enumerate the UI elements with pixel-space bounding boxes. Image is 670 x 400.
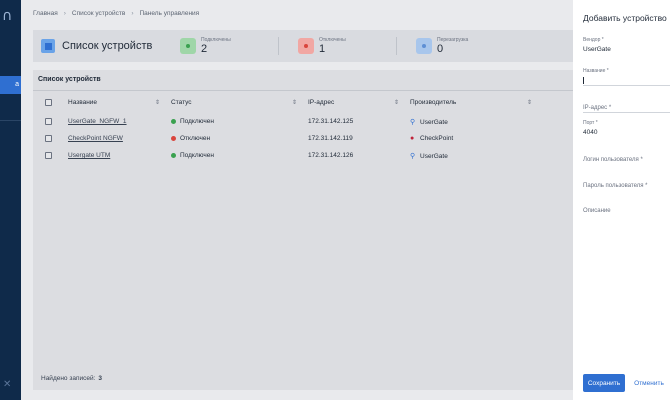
stat-reboot: Перезагрузка 0 <box>416 37 514 55</box>
records-count: 3 <box>98 375 103 382</box>
reboot-icon <box>416 38 432 54</box>
column-status[interactable]: Статус <box>171 99 192 106</box>
device-name-link[interactable]: CheckPoint NGFW <box>68 135 123 142</box>
row-checkbox[interactable] <box>45 118 52 125</box>
status-text: Подключен <box>180 152 214 159</box>
disconnected-icon <box>298 38 314 54</box>
breadcrumb-devices[interactable]: Список устройств <box>72 10 125 17</box>
stat-divider <box>396 37 397 55</box>
status-cell: Подключен <box>171 152 214 159</box>
page-header: Список устройств Подключены 2 Отключены … <box>33 30 573 62</box>
column-name[interactable]: Название <box>68 99 97 106</box>
description-input[interactable]: Описание <box>583 208 611 214</box>
devices-table-panel: Список устройств Название ⇕ Статус ⇕ IP-… <box>33 70 573 390</box>
column-vendor[interactable]: Производитель <box>410 99 456 106</box>
vendor-cell: ⚲ UserGate <box>410 152 448 160</box>
column-ip[interactable]: IP-адрес <box>308 99 334 106</box>
input-underline <box>583 112 670 113</box>
connected-icon <box>180 38 196 54</box>
devices-icon <box>41 39 55 53</box>
password-field[interactable]: Пароль пользователя * <box>583 174 670 190</box>
table-row[interactable]: Usergate UTM Подключен 172.31.142.126 ⚲ U… <box>33 148 573 166</box>
sidebar-item-label: a <box>15 81 19 88</box>
input-underline <box>583 85 670 86</box>
field-label: Порт * <box>583 120 598 126</box>
records-footer: Найдено записей: 3 <box>41 375 102 382</box>
row-checkbox[interactable] <box>45 152 52 159</box>
sidebar-divider <box>0 120 21 121</box>
sort-icon[interactable]: ⇕ <box>527 99 532 106</box>
login-field[interactable]: Логин пользователя * <box>583 148 670 164</box>
table-header: Название ⇕ Статус ⇕ IP-адрес ⇕ Производи… <box>33 96 573 110</box>
vendor-text: UserGate <box>420 153 448 160</box>
sort-icon[interactable]: ⇕ <box>155 99 160 106</box>
ip-cell: 172.31.142.125 <box>308 118 354 125</box>
device-name-link[interactable]: UserGate_NGFW_1 <box>68 118 127 125</box>
status-cell: Отключен <box>171 135 210 142</box>
stat-divider <box>278 37 279 55</box>
status-dot-icon <box>171 135 176 141</box>
description-field[interactable]: Описание <box>583 199 670 215</box>
cancel-button[interactable]: Отменить <box>631 374 667 392</box>
row-checkbox[interactable] <box>45 135 52 142</box>
divider <box>33 90 573 91</box>
main-content: Главная › Список устройств › Панель упра… <box>21 0 573 400</box>
breadcrumb-home[interactable]: Главная <box>33 10 58 17</box>
stat-value: 2 <box>201 43 208 55</box>
breadcrumb: Главная › Список устройств › Панель упра… <box>33 10 199 17</box>
usergate-icon: ⚲ <box>410 119 416 126</box>
name-field[interactable]: Название * <box>583 68 670 86</box>
status-text: Подключен <box>180 118 214 125</box>
sidebar-item-devices[interactable]: a <box>0 76 21 94</box>
table-title: Список устройств <box>38 76 101 83</box>
usergate-icon: ⚲ <box>410 153 416 160</box>
table-row[interactable]: CheckPoint NGFW Отключен 172.31.142.119 … <box>33 131 573 149</box>
drawer-title: Добавить устройство <box>583 13 667 23</box>
checkpoint-icon: ● <box>410 135 415 142</box>
vendor-cell: ● CheckPoint <box>410 135 453 142</box>
password-input[interactable]: Пароль пользователя * <box>583 183 647 189</box>
breadcrumb-dashboard: Панель управления <box>139 10 200 17</box>
stat-disconnected: Отключены 1 <box>298 37 396 55</box>
table-row[interactable]: UserGate_NGFW_1 Подключен 172.31.142.125… <box>33 114 573 132</box>
field-label: Название * <box>583 68 609 74</box>
status-dot-icon <box>171 118 176 124</box>
port-input[interactable]: 4040 <box>583 129 670 137</box>
vendor-cell: ⚲ UserGate <box>410 118 448 126</box>
ip-cell: 172.31.142.119 <box>308 135 353 142</box>
port-field[interactable]: Порт * 4040 <box>583 120 670 137</box>
select-all-checkbox[interactable] <box>45 99 52 106</box>
records-label: Найдено записей: <box>41 375 96 382</box>
stat-value: 0 <box>437 43 444 55</box>
collapse-icon[interactable]: ✕ <box>3 379 11 390</box>
vendor-text: CheckPoint <box>420 135 454 142</box>
device-name-link[interactable]: Usergate UTM <box>68 152 110 159</box>
save-button[interactable]: Сохранить <box>583 374 625 392</box>
chevron-right-icon: › <box>63 10 66 17</box>
logo-icon: ∩ <box>2 8 13 24</box>
chevron-right-icon: › <box>131 10 134 17</box>
status-cell: Подключен <box>171 118 214 125</box>
vendor-value[interactable]: UserGate <box>583 46 670 54</box>
add-device-drawer: Добавить устройство Вендор * UserGate На… <box>573 0 670 400</box>
field-label: Вендор * <box>583 37 604 43</box>
sort-icon[interactable]: ⇕ <box>292 99 297 106</box>
vendor-field[interactable]: Вендор * UserGate <box>583 37 670 54</box>
login-input[interactable]: Логин пользователя * <box>583 157 643 163</box>
ip-field[interactable]: IP-адрес * <box>583 96 670 113</box>
vendor-text: UserGate <box>420 119 448 126</box>
stat-connected: Подключены 2 <box>180 37 278 55</box>
ip-cell: 172.31.142.126 <box>308 152 354 159</box>
sort-icon[interactable]: ⇕ <box>394 99 399 106</box>
status-dot-icon <box>171 152 176 158</box>
ip-input[interactable]: IP-адрес * <box>583 105 611 111</box>
sidebar: ∩ a ✕ <box>0 0 21 400</box>
status-text: Отключен <box>180 135 211 142</box>
text-cursor <box>583 77 584 84</box>
stat-value: 1 <box>319 43 326 55</box>
page-title: Список устройств <box>62 40 153 52</box>
